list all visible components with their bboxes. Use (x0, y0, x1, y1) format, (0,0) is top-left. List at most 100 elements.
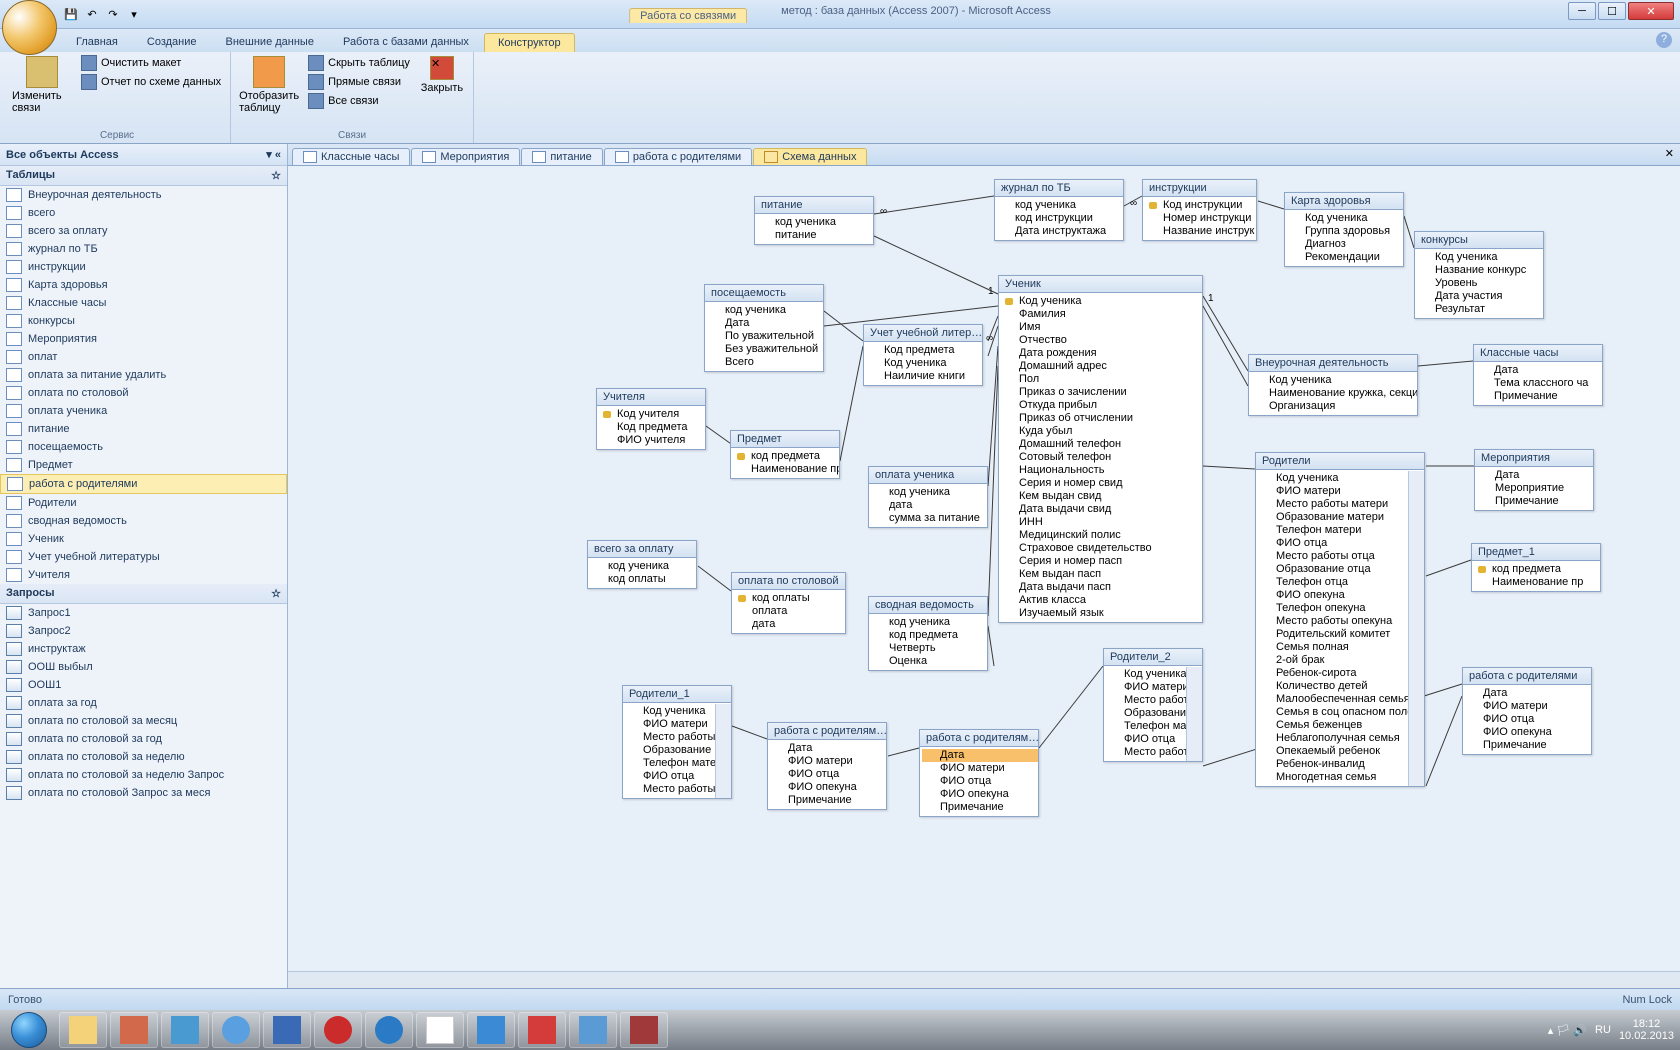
table-title[interactable]: работа с родителям… (920, 730, 1038, 747)
field[interactable]: код предмета (871, 629, 987, 642)
table-box[interactable]: Учет учебной литер…Код предметаКод учени… (863, 324, 983, 386)
table-title[interactable]: оплата ученика (869, 467, 987, 484)
field[interactable]: Дата (922, 749, 1038, 762)
nav-item[interactable]: ООШ1 (0, 676, 287, 694)
table-box[interactable]: журнал по ТБкод ученикакод инструкцииДат… (994, 179, 1124, 241)
field[interactable]: Серия и номер пасп (1001, 555, 1202, 568)
field[interactable]: 2-ой брак (1258, 654, 1424, 667)
field[interactable]: Четверть (871, 642, 987, 655)
taskbar-app1[interactable] (110, 1012, 158, 1048)
document-tab[interactable]: Мероприятия (411, 148, 520, 165)
nav-item[interactable]: всего (0, 204, 287, 222)
nav-item[interactable]: Внеурочная деятельность (0, 186, 287, 204)
field[interactable]: Малообеспеченная семья (1258, 693, 1424, 706)
field[interactable]: Организация (1251, 400, 1417, 413)
field[interactable]: код оплаты (590, 573, 696, 586)
field[interactable]: Код ученика (1287, 212, 1403, 225)
table-title[interactable]: оплата по столовой (732, 573, 845, 590)
field[interactable]: код ученика (590, 560, 696, 573)
table-box[interactable]: питаниекод ученикапитание (754, 196, 874, 245)
field[interactable]: Телефон отца (1258, 576, 1424, 589)
nav-item[interactable]: журнал по ТБ (0, 240, 287, 258)
nav-item[interactable]: Ученик (0, 530, 287, 548)
tab-schema[interactable]: Схема данных (753, 148, 867, 165)
field[interactable]: сумма за питание (871, 512, 987, 525)
field[interactable]: Код ученика (1001, 295, 1202, 308)
field[interactable]: Место работы опекуна (1258, 615, 1424, 628)
nav-item[interactable]: посещаемость (0, 438, 287, 456)
table-box[interactable]: оплата по столовойкод оплатыоплатадата (731, 572, 846, 634)
field[interactable]: Тема классного ча (1476, 377, 1602, 390)
field[interactable]: Опекаемый ребенок (1258, 745, 1424, 758)
table-box[interactable]: Внеурочная деятельностьКод ученикаНаимен… (1248, 354, 1418, 416)
table-box[interactable]: инструкцииКод инструкцииНомер инструкциН… (1142, 179, 1257, 241)
field[interactable]: код предмета (733, 450, 839, 463)
table-title[interactable]: журнал по ТБ (995, 180, 1123, 197)
nav-item[interactable]: оплата по столовой Запрос за меся (0, 784, 287, 802)
field[interactable]: Примечание (770, 794, 886, 807)
taskbar-app4[interactable] (518, 1012, 566, 1048)
table-title[interactable]: Внеурочная деятельность (1249, 355, 1417, 372)
field[interactable]: код ученика (871, 616, 987, 629)
field[interactable]: Примечание (1477, 495, 1593, 508)
table-box[interactable]: посещаемостькод ученикаДатаПо уважительн… (704, 284, 824, 372)
field[interactable]: Изучаемый язык (1001, 607, 1202, 620)
field[interactable]: Семья в соц опасном полож (1258, 706, 1424, 719)
tab-close-icon[interactable]: ✕ (1665, 147, 1674, 160)
table-box[interactable]: УчителяКод учителяКод предметаФИО учител… (596, 388, 706, 450)
field[interactable]: код оплаты (734, 592, 845, 605)
field[interactable]: ФИО матери (770, 755, 886, 768)
field[interactable]: Семья беженцев (1258, 719, 1424, 732)
nav-item[interactable]: работа с родителями (0, 474, 287, 494)
table-box[interactable]: конкурсыКод ученикаНазвание конкурсУрове… (1414, 231, 1544, 319)
field[interactable]: Дата (707, 317, 823, 330)
table-title[interactable]: Карта здоровья (1285, 193, 1403, 210)
field[interactable]: Родительский комитет (1258, 628, 1424, 641)
field[interactable]: Наименование кружка, секции (1251, 387, 1417, 400)
table-title[interactable]: Родители_1 (623, 686, 731, 703)
field[interactable]: Наименование пр (1474, 576, 1600, 589)
document-tab[interactable]: Классные часы (292, 148, 410, 165)
nav-category[interactable]: Таблицы☆ (0, 166, 287, 186)
nav-item[interactable]: оплата по столовой за неделю Запрос (0, 766, 287, 784)
field[interactable]: Название инструк (1145, 225, 1256, 238)
field[interactable]: код ученика (707, 304, 823, 317)
table-box[interactable]: МероприятияДатаМероприятиеПримечание (1474, 449, 1594, 511)
clear-layout-button[interactable]: Очистить макет (78, 54, 224, 72)
nav-item[interactable]: оплата за год (0, 694, 287, 712)
nav-category[interactable]: Запросы☆ (0, 584, 287, 604)
field[interactable]: Приказ об отчислении (1001, 412, 1202, 425)
office-button[interactable] (2, 0, 57, 55)
field[interactable]: Наименование пр (733, 463, 839, 476)
field[interactable]: Кем выдан пасп (1001, 568, 1202, 581)
taskbar-app3[interactable] (467, 1012, 515, 1048)
field[interactable]: Дата участия (1417, 290, 1543, 303)
field[interactable]: Имя (1001, 321, 1202, 334)
field[interactable]: Дата рождения (1001, 347, 1202, 360)
scrollbar[interactable] (1186, 667, 1202, 761)
table-title[interactable]: инструкции (1143, 180, 1256, 197)
table-box[interactable]: УченикКод ученикаФамилияИмяОтчествоДата … (998, 275, 1203, 623)
nav-item[interactable]: оплата по столовой за неделю (0, 748, 287, 766)
all-relations-button[interactable]: Все связи (305, 92, 413, 110)
help-icon[interactable]: ? (1656, 32, 1672, 48)
nav-header[interactable]: Все объекты Access ▾ « (0, 144, 287, 166)
relationships-canvas[interactable]: 1∞∞1∞ питаниекод ученикапитаниепосещаемо… (288, 166, 1680, 971)
field[interactable]: Серия и номер свид (1001, 477, 1202, 490)
field[interactable]: Образование отца (1258, 563, 1424, 576)
qat-save-icon[interactable]: 💾 (62, 5, 80, 23)
field[interactable]: Наиличие книги (866, 370, 982, 383)
field[interactable]: код ученика (757, 216, 873, 229)
field[interactable]: Место работы отца (1258, 550, 1424, 563)
field[interactable]: код предмета (1474, 563, 1600, 576)
field[interactable]: Код ученика (1258, 472, 1424, 485)
field[interactable]: Код предмета (599, 421, 705, 434)
nav-item[interactable]: ООШ выбыл (0, 658, 287, 676)
taskbar-app5[interactable] (569, 1012, 617, 1048)
nav-item[interactable]: Учет учебной литературы (0, 548, 287, 566)
field[interactable]: Оценка (871, 655, 987, 668)
field[interactable]: Диагноз (1287, 238, 1403, 251)
show-table-button[interactable]: Отобразить таблицу (237, 54, 301, 116)
taskbar-word[interactable] (263, 1012, 311, 1048)
field[interactable]: ФИО учителя (599, 434, 705, 447)
